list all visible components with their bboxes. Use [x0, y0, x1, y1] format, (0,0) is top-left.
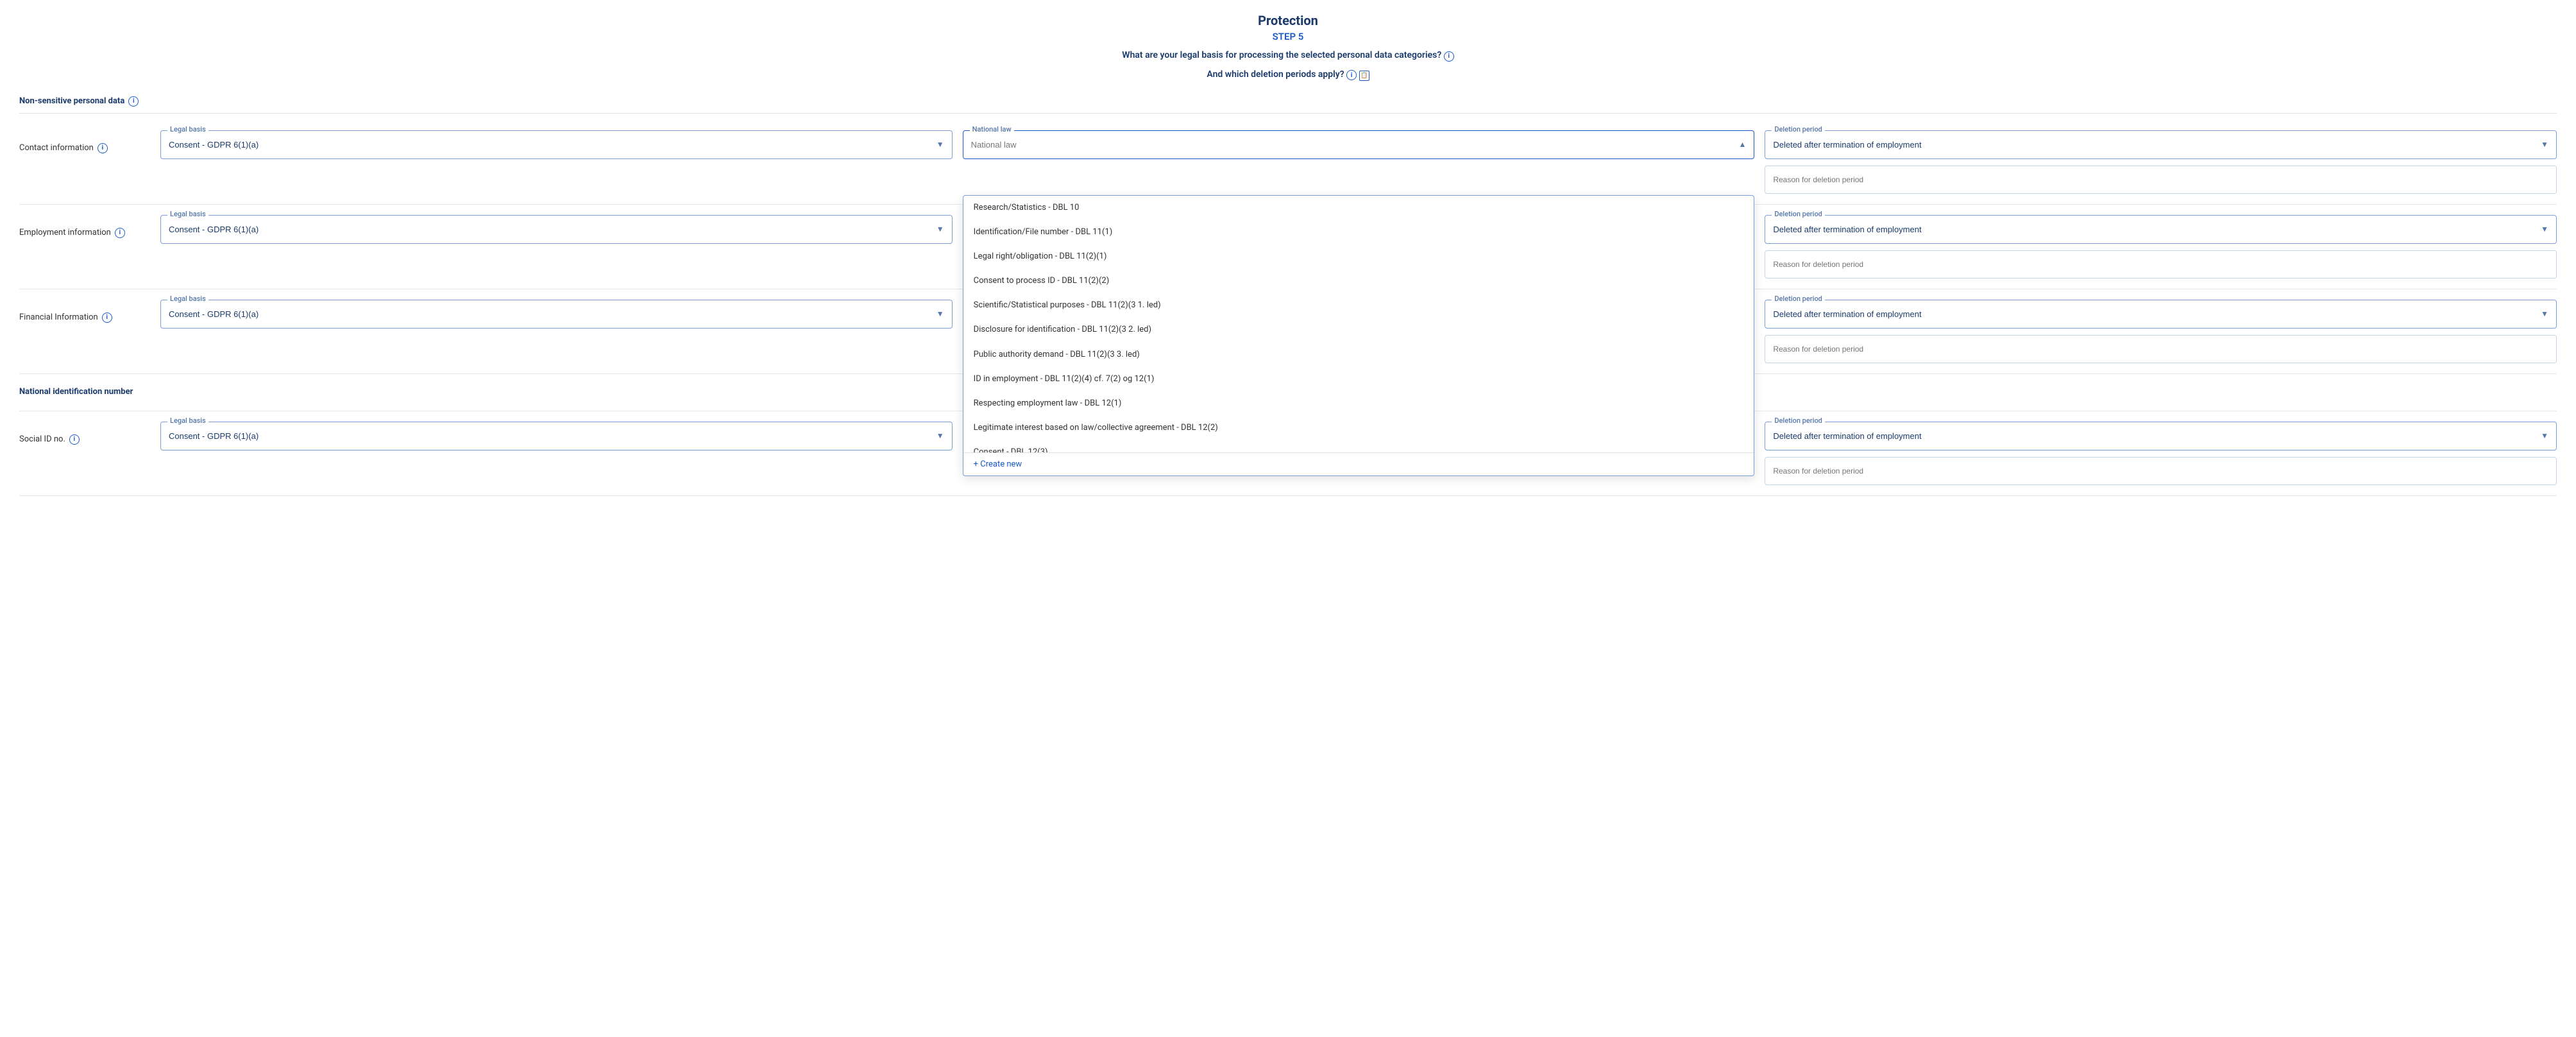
question2-doc-icon[interactable]: 📋: [1359, 71, 1369, 81]
financial-deletion-select[interactable]: Deleted after termination of employment: [1765, 300, 2556, 328]
dropdown-item-7[interactable]: ID in employment - DBL 11(2)(4) cf. 7(2)…: [963, 367, 1754, 391]
social-id-deletion-group: Deletion period Deleted after terminatio…: [1765, 422, 2557, 485]
employment-info-icon[interactable]: i: [115, 228, 125, 238]
social-id-legal-basis-select[interactable]: Consent - GDPR 6(1)(a): [161, 422, 952, 450]
national-law-dropdown-list: Research/Statistics - DBL 10Identificati…: [963, 196, 1754, 452]
contact-row: Contact information i Legal basis Consen…: [19, 120, 2557, 205]
employment-label: Employment information i: [19, 215, 148, 238]
dropdown-item-6[interactable]: Public authority demand - DBL 11(2)(3 3.…: [963, 343, 1754, 367]
employment-legal-basis-wrapper: Legal basis Consent - GDPR 6(1)(a) ▼: [160, 215, 953, 244]
dropdown-item-2[interactable]: Legal right/obligation - DBL 11(2)(1): [963, 244, 1754, 269]
dropdown-create-new[interactable]: + Create new: [963, 452, 1754, 476]
social-id-legal-basis-wrapper: Legal basis Consent - GDPR 6(1)(a) ▼: [160, 422, 953, 450]
contact-deletion-select[interactable]: Deleted after termination of employment: [1765, 131, 2556, 159]
employment-deletion-group: Deletion period Deleted after terminatio…: [1765, 215, 2557, 279]
header-question2: And which deletion periods apply? i 📋: [19, 69, 2557, 81]
employment-deletion-wrapper: Deletion period Deleted after terminatio…: [1765, 215, 2557, 244]
question1-info-icon[interactable]: i: [1444, 51, 1454, 62]
contact-legal-basis-group: Legal basis Consent - GDPR 6(1)(a) ▼: [160, 130, 953, 194]
financial-legal-basis-select[interactable]: Consent - GDPR 6(1)(a): [161, 300, 952, 328]
dropdown-item-4[interactable]: Scientific/Statistical purposes - DBL 11…: [963, 293, 1754, 318]
question2-info-icon[interactable]: i: [1346, 70, 1357, 80]
dropdown-item-5[interactable]: Disclosure for identification - DBL 11(2…: [963, 318, 1754, 342]
contact-label: Contact information i: [19, 130, 148, 153]
social-id-reason-wrapper: [1765, 457, 2557, 485]
national-law-dropdown: Research/Statistics - DBL 10Identificati…: [963, 195, 1755, 476]
contact-legal-basis-wrapper: Legal basis Consent - GDPR 6(1)(a) ▼: [160, 130, 953, 159]
dropdown-item-1[interactable]: Identification/File number - DBL 11(1): [963, 220, 1754, 244]
financial-legal-basis-wrapper: Legal basis Consent - GDPR 6(1)(a) ▼: [160, 300, 953, 329]
rows-container: Contact information i Legal basis Consen…: [19, 120, 2557, 496]
non-sensitive-info-icon[interactable]: i: [128, 96, 139, 107]
contact-reason-input[interactable]: [1765, 166, 2556, 193]
employment-legal-basis-select[interactable]: Consent - GDPR 6(1)(a): [161, 216, 952, 243]
financial-deletion-group: Deletion period Deleted after terminatio…: [1765, 300, 2557, 363]
employment-legal-basis-group: Legal basis Consent - GDPR 6(1)(a) ▼: [160, 215, 953, 279]
social-id-legal-basis-group: Legal basis Consent - GDPR 6(1)(a) ▼: [160, 422, 953, 485]
financial-reason-wrapper: [1765, 335, 2557, 363]
page-title: Protection: [19, 13, 2557, 28]
contact-national-law-group: National law ▲ Research/Statistics - DBL…: [963, 130, 1755, 194]
employment-deletion-select[interactable]: Deleted after termination of employment: [1765, 216, 2556, 243]
header-question1: What are your legal basis for processing…: [19, 50, 2557, 62]
contact-fields: Legal basis Consent - GDPR 6(1)(a) ▼ Nat…: [160, 130, 2557, 194]
dropdown-item-9[interactable]: Legitimate interest based on law/collect…: [963, 416, 1754, 440]
financial-label: Financial Information i: [19, 300, 148, 323]
dropdown-item-10[interactable]: Consent - DBL 12(3): [963, 440, 1754, 452]
contact-reason-wrapper: [1765, 166, 2557, 194]
social-id-deletion-select[interactable]: Deleted after termination of employment: [1765, 422, 2556, 450]
financial-legal-basis-group: Legal basis Consent - GDPR 6(1)(a) ▼: [160, 300, 953, 363]
dropdown-item-8[interactable]: Respecting employment law - DBL 12(1): [963, 391, 1754, 416]
social-id-reason-input[interactable]: [1765, 458, 2556, 484]
dropdown-item-3[interactable]: Consent to process ID - DBL 11(2)(2): [963, 269, 1754, 293]
contact-info-icon[interactable]: i: [97, 143, 108, 153]
social-id-deletion-wrapper: Deletion period Deleted after terminatio…: [1765, 422, 2557, 450]
contact-legal-basis-select[interactable]: Consent - GDPR 6(1)(a): [161, 131, 952, 159]
top-divider: [19, 113, 2557, 114]
social-id-label: Social ID no. i: [19, 422, 148, 445]
page-step: STEP 5: [19, 31, 2557, 42]
employment-reason-wrapper: [1765, 250, 2557, 279]
employment-reason-input[interactable]: [1765, 251, 2556, 278]
page-header: Protection STEP 5 What are your legal ba…: [19, 13, 2557, 81]
dropdown-item-0[interactable]: Research/Statistics - DBL 10: [963, 196, 1754, 220]
contact-deletion-group: Deletion period Deleted after terminatio…: [1765, 130, 2557, 194]
contact-national-law-input[interactable]: [963, 131, 1754, 159]
contact-national-law-wrapper: National law ▲: [963, 130, 1755, 159]
page-container: Protection STEP 5 What are your legal ba…: [0, 0, 2576, 509]
non-sensitive-section-label: Non-sensitive personal data i: [19, 96, 2557, 107]
financial-deletion-wrapper: Deletion period Deleted after terminatio…: [1765, 300, 2557, 329]
financial-reason-input[interactable]: [1765, 336, 2556, 363]
social-id-info-icon[interactable]: i: [69, 434, 80, 445]
financial-info-icon[interactable]: i: [102, 313, 112, 323]
contact-deletion-wrapper: Deletion period Deleted after terminatio…: [1765, 130, 2557, 159]
